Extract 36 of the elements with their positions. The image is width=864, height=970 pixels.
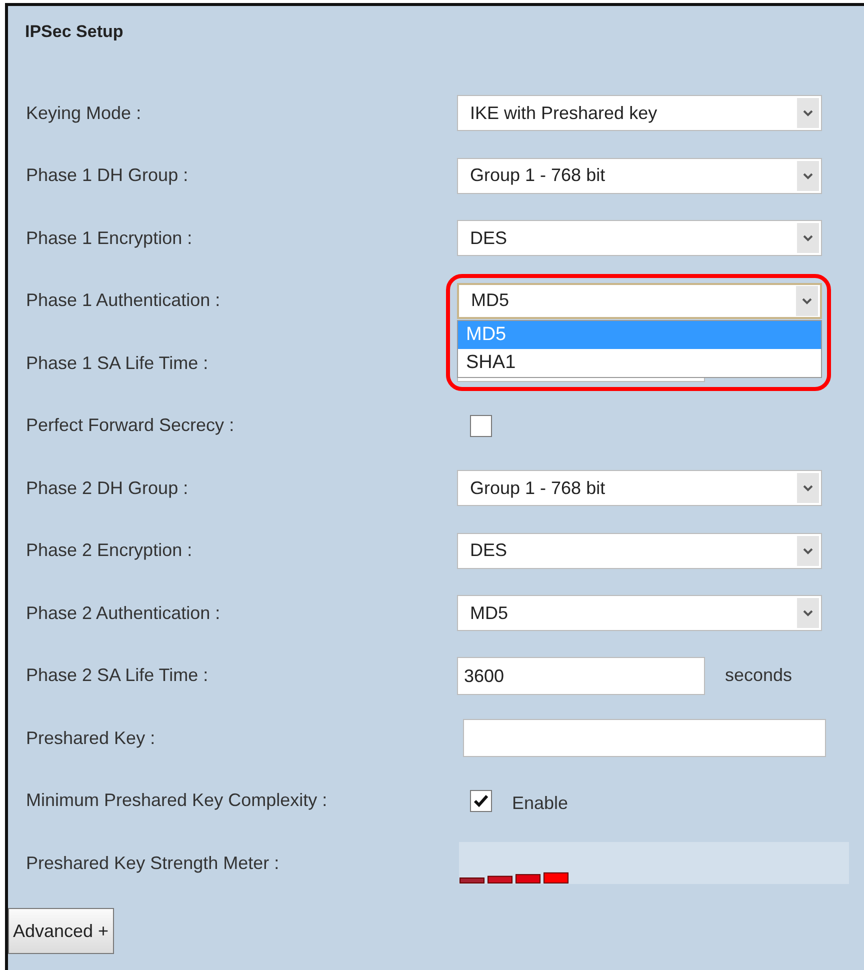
field-label: Phase 1 Encryption :: [25, 228, 194, 249]
unit-label: seconds: [725, 665, 792, 686]
field-label: Preshared Key :: [25, 728, 156, 749]
chevron-down-icon: [797, 598, 819, 628]
field-label: Phase 2 DH Group :: [25, 478, 190, 499]
dropdown-option[interactable]: SHA1: [458, 348, 821, 377]
field-label: Phase 2 SA Life Time :: [25, 665, 210, 686]
advanced-button[interactable]: Advanced +: [8, 908, 114, 954]
checkbox[interactable]: [470, 790, 492, 812]
dropdown[interactable]: IKE with Preshared key: [457, 95, 822, 132]
field-label: Phase 2 Encryption :: [25, 540, 194, 562]
chevron-down-icon: [797, 98, 819, 128]
dropdown[interactable]: MD5: [457, 595, 822, 632]
chevron-down-icon: [797, 536, 819, 566]
chevron-down-icon: [797, 223, 819, 254]
chevron-down-icon: [796, 286, 818, 316]
dropdown[interactable]: Group 1 - 768 bit: [457, 470, 822, 506]
input-field[interactable]: 3600: [457, 656, 705, 695]
field-label: Preshared Key Strength Meter :: [25, 852, 280, 874]
field-label: Phase 1 DH Group :: [25, 165, 190, 186]
field-label: Phase 1 SA Life Time :: [25, 352, 210, 374]
dropdown[interactable]: DES: [457, 532, 822, 569]
field-label: Phase 2 Authentication :: [25, 602, 222, 624]
field-label: Perfect Forward Secrecy :: [25, 415, 236, 436]
dropdown[interactable]: Group 1 - 768 bit: [457, 158, 822, 194]
checkbox[interactable]: [470, 414, 492, 437]
chevron-down-icon: [797, 160, 819, 191]
dropdown[interactable]: MD5: [457, 282, 822, 319]
panel-title: IPSec Setup: [25, 22, 124, 42]
dropdown[interactable]: DES: [457, 220, 822, 256]
chevron-down-icon: [797, 473, 819, 504]
checkbox-label: Enable: [512, 793, 568, 814]
field-label: Minimum Preshared Key Complexity :: [25, 790, 328, 812]
input-field[interactable]: [463, 719, 826, 758]
field-label: Phase 1 Authentication :: [25, 290, 222, 312]
field-label: Keying Mode :: [25, 102, 142, 124]
